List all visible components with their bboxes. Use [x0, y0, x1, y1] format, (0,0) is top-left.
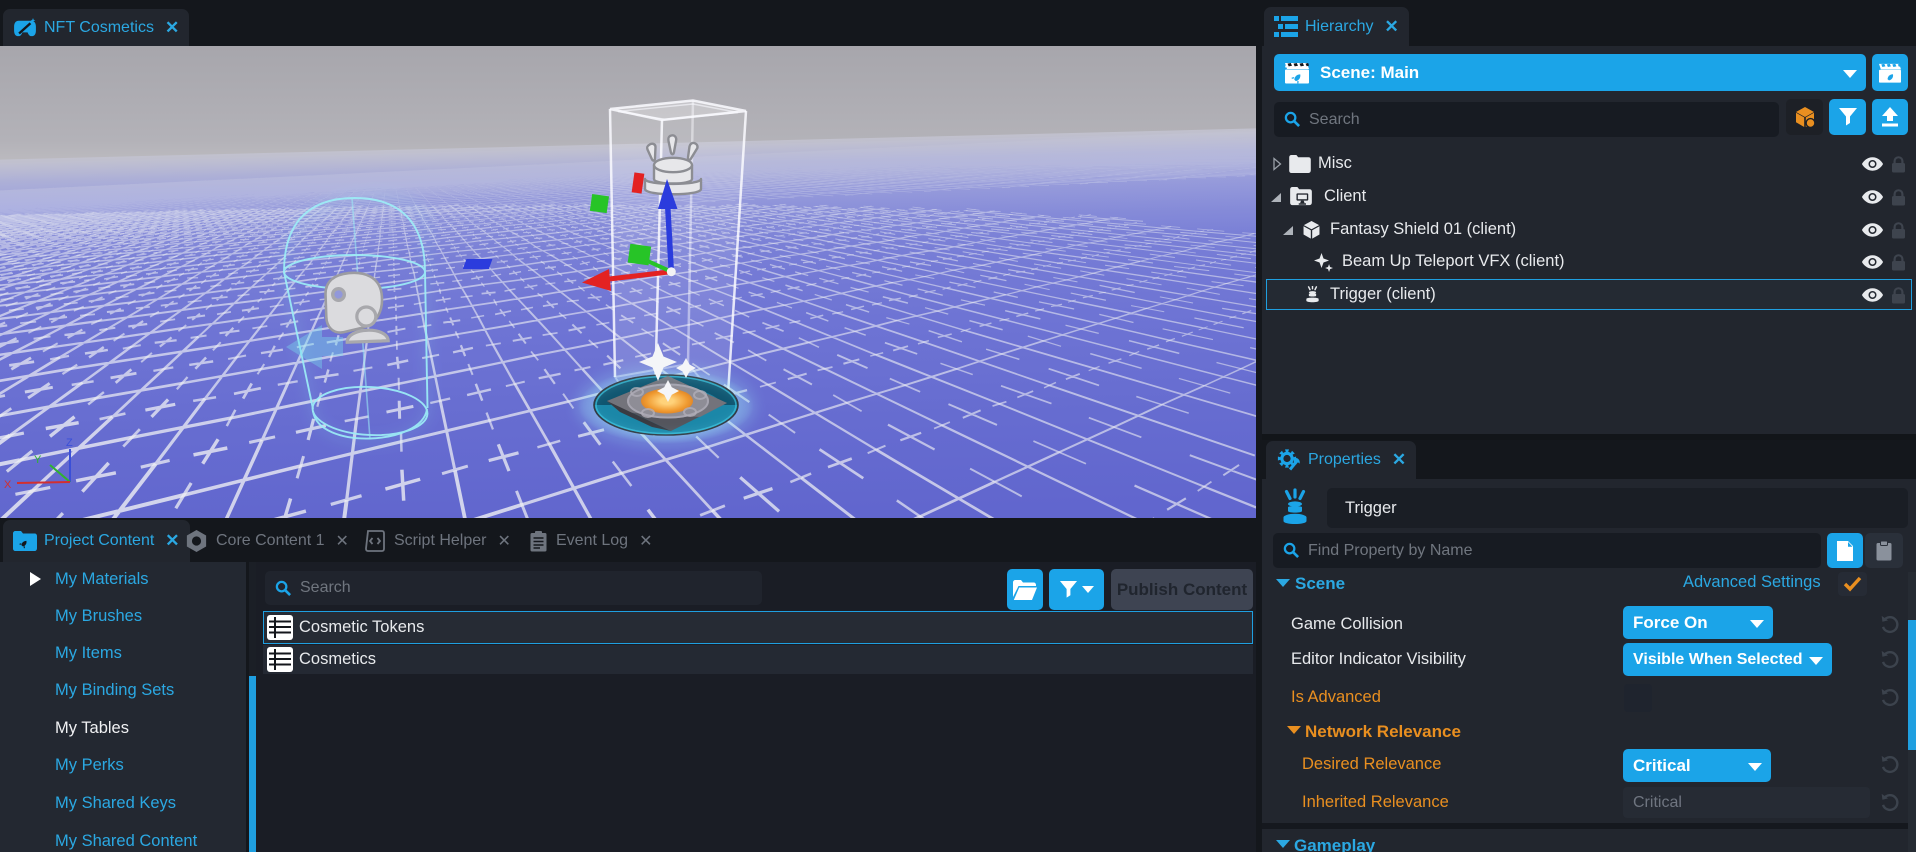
svg-text:Y: Y [34, 454, 42, 466]
svg-text:Z: Z [66, 437, 73, 449]
svg-text:X: X [4, 479, 12, 491]
